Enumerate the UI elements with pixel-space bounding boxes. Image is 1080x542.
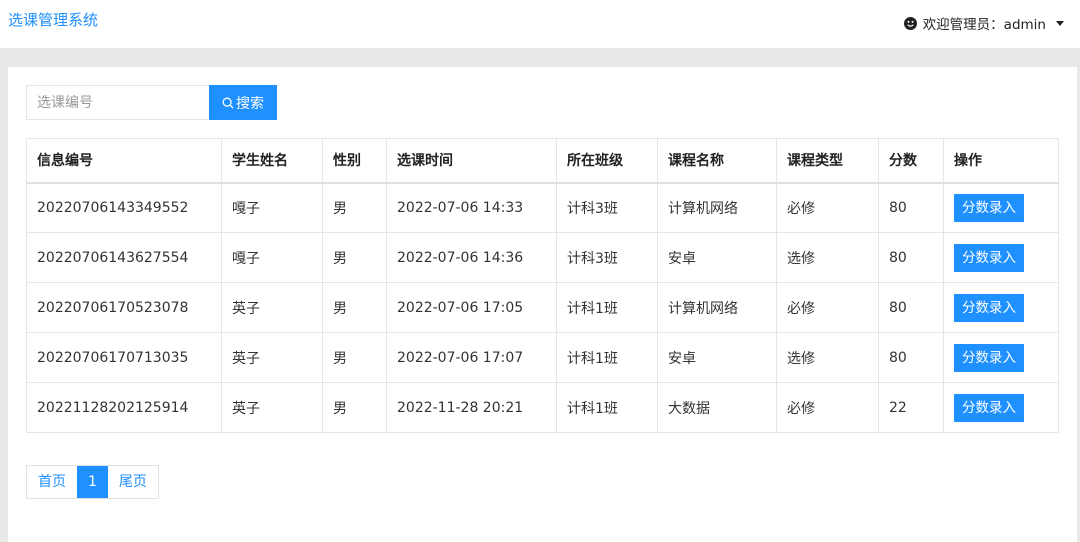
cell-name: 英子	[221, 332, 323, 383]
cell-type: 必修	[776, 182, 879, 233]
header-action: 操作	[943, 138, 1059, 183]
top-navbar: 选课管理系统 欢迎管理员：admin	[0, 0, 1080, 48]
header-class: 所在班级	[556, 138, 658, 183]
table-row: 20220706170713035 英子 男 2022-07-06 17:07 …	[26, 332, 1059, 383]
cell-id: 20220706170523078	[26, 282, 222, 333]
user-menu-dropdown[interactable]: 欢迎管理员：admin	[903, 13, 1064, 33]
cell-name: 英子	[221, 382, 323, 433]
score-entry-button[interactable]: 分数录入	[954, 393, 1024, 422]
table-header-row: 信息编号 学生姓名 性别 选课时间 所在班级 课程名称 课程类型 分数 操作	[26, 138, 1059, 183]
cell-type: 必修	[776, 382, 879, 433]
user-menu-label: 欢迎管理员：admin	[922, 17, 1046, 33]
cell-class: 计科1班	[556, 332, 658, 383]
table-row: 20221128202125914 英子 男 2022-11-28 20:21 …	[26, 382, 1059, 433]
cell-action: 分数录入	[943, 182, 1059, 233]
score-entry-button[interactable]: 分数录入	[954, 243, 1024, 272]
smile-face-icon	[903, 16, 917, 30]
cell-class: 计科1班	[556, 382, 658, 433]
header-course-type: 课程类型	[776, 138, 879, 183]
score-entry-button[interactable]: 分数录入	[954, 343, 1024, 372]
table-row: 20220706170523078 英子 男 2022-07-06 17:05 …	[26, 282, 1059, 333]
cell-gender: 男	[322, 282, 387, 333]
cell-action: 分数录入	[943, 332, 1059, 383]
cell-time: 2022-11-28 20:21	[386, 382, 557, 433]
cell-course: 安卓	[657, 232, 777, 283]
cell-action: 分数录入	[943, 232, 1059, 283]
score-entry-button[interactable]: 分数录入	[954, 293, 1024, 322]
last-page-link[interactable]: 尾页	[107, 466, 158, 498]
cell-class: 计科3班	[556, 182, 658, 233]
cell-action: 分数录入	[943, 282, 1059, 333]
cell-time: 2022-07-06 14:33	[386, 182, 557, 233]
header-score: 分数	[878, 138, 944, 183]
cell-id: 20220706143627554	[26, 232, 222, 283]
cell-name: 嘎子	[221, 232, 323, 283]
cell-time: 2022-07-06 14:36	[386, 232, 557, 283]
cell-name: 嘎子	[221, 182, 323, 233]
caret-down-icon	[1056, 20, 1064, 26]
search-button[interactable]: 搜索	[209, 85, 277, 120]
header-student-name: 学生姓名	[221, 138, 323, 183]
header-gender: 性别	[322, 138, 387, 183]
cell-id: 20221128202125914	[26, 382, 222, 433]
search-input[interactable]	[26, 85, 210, 120]
cell-class: 计科1班	[556, 282, 658, 333]
header-time: 选课时间	[386, 138, 557, 183]
table-row: 20220706143349552 嘎子 男 2022-07-06 14:33 …	[26, 182, 1059, 233]
cell-score: 80	[878, 232, 944, 283]
score-entry-button[interactable]: 分数录入	[954, 193, 1024, 222]
enrollment-table: 信息编号 学生姓名 性别 选课时间 所在班级 课程名称 课程类型 分数 操作 2…	[26, 138, 1059, 433]
cell-course: 安卓	[657, 332, 777, 383]
header-id: 信息编号	[26, 138, 222, 183]
cell-class: 计科3班	[556, 232, 658, 283]
cell-gender: 男	[322, 332, 387, 383]
cell-id: 20220706170713035	[26, 332, 222, 383]
cell-type: 选修	[776, 232, 879, 283]
cell-course: 计算机网络	[657, 282, 777, 333]
cell-score: 22	[878, 382, 944, 433]
first-page-link[interactable]: 首页	[27, 466, 77, 498]
cell-gender: 男	[322, 182, 387, 233]
pagination: 首页 1 尾页	[26, 465, 159, 499]
current-page-number[interactable]: 1	[77, 466, 108, 498]
header-course-name: 课程名称	[657, 138, 777, 183]
cell-time: 2022-07-06 17:07	[386, 332, 557, 383]
cell-score: 80	[878, 182, 944, 233]
cell-type: 必修	[776, 282, 879, 333]
cell-score: 80	[878, 282, 944, 333]
main-panel: 搜索 信息编号 学生姓名 性别 选课时间 所在班级 课程名称 课程类型 分数 操…	[8, 67, 1077, 542]
search-button-label: 搜索	[236, 95, 264, 112]
cell-gender: 男	[322, 232, 387, 283]
cell-gender: 男	[322, 382, 387, 433]
cell-type: 选修	[776, 332, 879, 383]
cell-score: 80	[878, 332, 944, 383]
search-icon	[222, 97, 234, 109]
cell-id: 20220706143349552	[26, 182, 222, 233]
cell-action: 分数录入	[943, 382, 1059, 433]
cell-course: 计算机网络	[657, 182, 777, 233]
table-row: 20220706143627554 嘎子 男 2022-07-06 14:36 …	[26, 232, 1059, 283]
cell-name: 英子	[221, 282, 323, 333]
app-brand[interactable]: 选课管理系统	[8, 9, 98, 30]
cell-course: 大数据	[657, 382, 777, 433]
cell-time: 2022-07-06 17:05	[386, 282, 557, 333]
